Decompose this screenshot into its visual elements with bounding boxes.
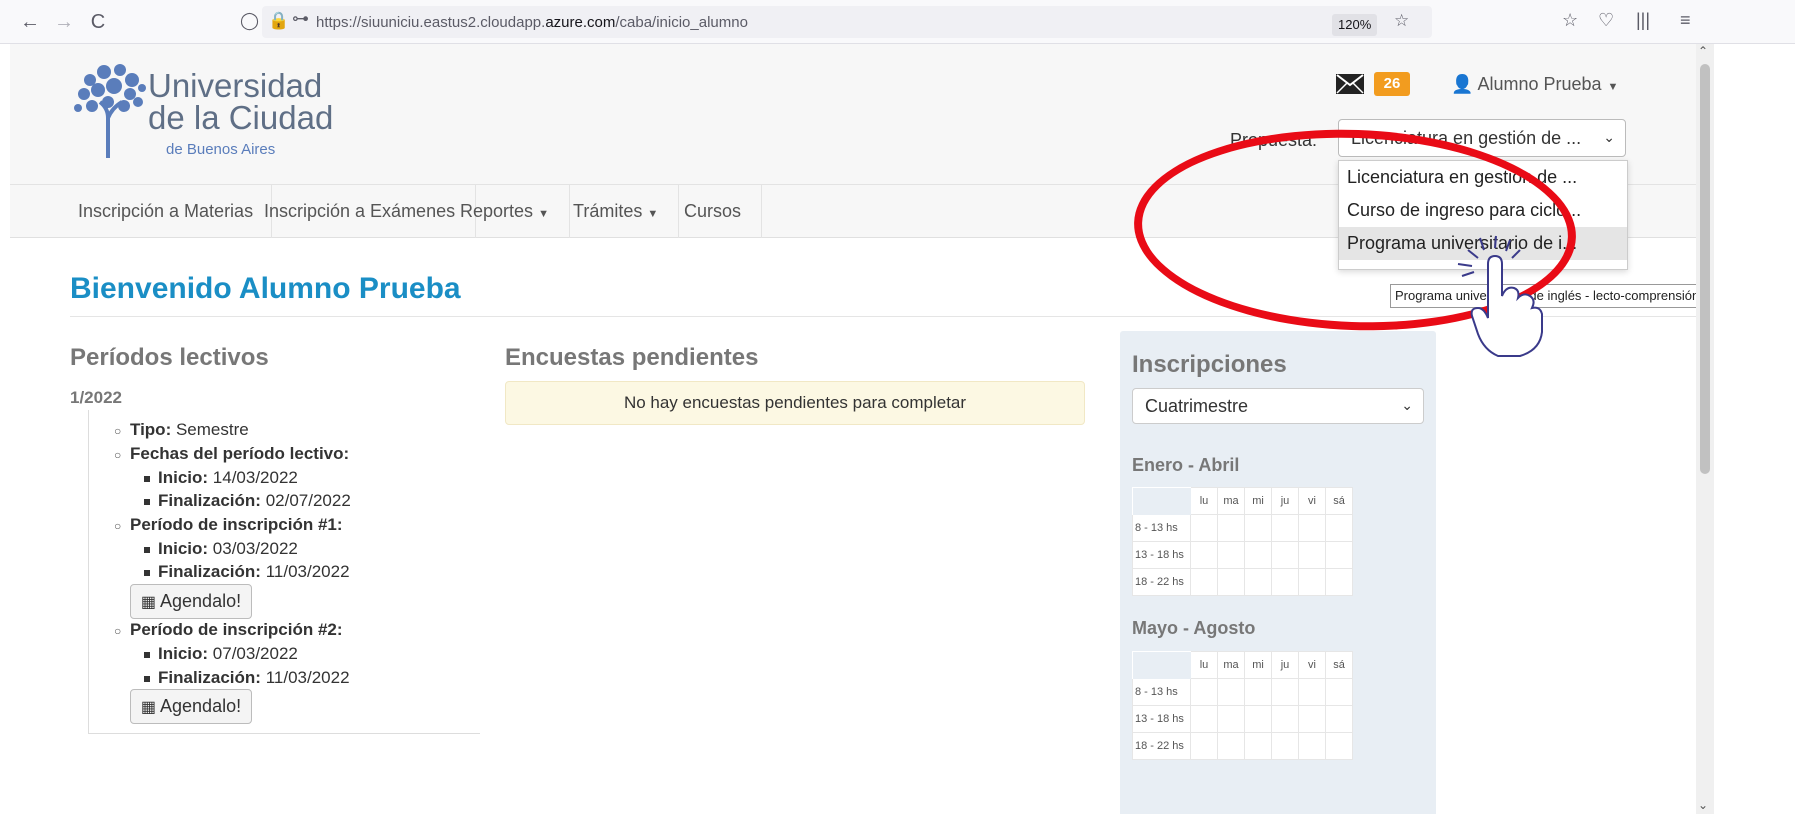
inscripcion2-item: ○ Período de inscripción #2:: [114, 620, 343, 639]
chevron-down-icon: ⌄: [1401, 397, 1413, 413]
shield-icon[interactable]: ◯: [240, 11, 259, 31]
period-title-2: Mayo - Agosto: [1132, 618, 1256, 638]
scroll-down-icon[interactable]: ⌄: [1698, 798, 1708, 812]
day-header: ma: [1217, 487, 1245, 515]
empty-cell: [1132, 651, 1191, 679]
day-header: lu: [1190, 651, 1218, 679]
reload-icon[interactable]: C: [86, 10, 110, 34]
period-title-1: Enero - Abril: [1132, 455, 1240, 475]
inscripciones-title: Inscripciones: [1132, 351, 1287, 378]
slot-label: 18 - 22 hs: [1132, 732, 1191, 760]
schedule-table-1: lu ma mi ju vi sá 8 - 13 hs 13 - 18 hs 18 - 2…: [1132, 487, 1353, 596]
lock-icon[interactable]: 🔒: [268, 11, 289, 31]
qr-code-icon: ▦: [140, 594, 157, 611]
page-scrollbar[interactable]: ⌃ ⌄: [1696, 44, 1714, 814]
fechas-inicio: Inicio: 14/03/2022: [144, 468, 298, 488]
slot-label: 18 - 22 hs: [1132, 568, 1191, 596]
qr-code-icon: ▦: [140, 699, 157, 716]
university-logo[interactable]: Universidad de la Ciudad de Buenos Aires: [70, 58, 370, 168]
browser-toolbar: ← → C ◯ 🔒 ⊶ https://siuuniciu.eastus2.cl…: [0, 0, 1795, 44]
logo-text-line2: de la Ciudad: [148, 99, 334, 136]
caret-down-icon: ▼: [538, 208, 549, 220]
inscripcion1-inicio: Inicio: 03/03/2022: [144, 539, 298, 559]
scroll-thumb[interactable]: [1700, 64, 1710, 474]
nav-cursos[interactable]: Cursos: [664, 185, 763, 238]
inscripcion1-fin: Finalización: 11/03/2022: [144, 562, 350, 582]
periodo-type-value: Cuatrimestre: [1145, 396, 1249, 416]
slot-label: 8 - 13 hs: [1132, 514, 1191, 542]
periodo-name: 1/2022: [70, 388, 122, 407]
day-header: mi: [1244, 651, 1272, 679]
back-arrow-icon[interactable]: ←: [18, 10, 42, 34]
day-header: sá: [1325, 651, 1353, 679]
page: Universidad de la Ciudad de Buenos Aires…: [10, 44, 1696, 814]
nav-label: Inscripción a Materias: [78, 201, 254, 221]
tipo-item: ○ Tipo: Semestre: [114, 420, 249, 439]
fechas-fin: Finalización: 02/07/2022: [144, 491, 351, 511]
slot-label: 13 - 18 hs: [1132, 705, 1191, 733]
empty-cell: [1132, 487, 1191, 515]
inscripcion2-inicio: Inicio: 07/03/2022: [144, 644, 298, 664]
key-icon[interactable]: ⊶: [292, 9, 309, 29]
periodos-title: Períodos lectivos: [70, 344, 269, 371]
nav-label: Trámites: [573, 201, 643, 221]
scroll-up-icon[interactable]: ⌃: [1698, 44, 1708, 58]
schedule-table-2: lu ma mi ju vi sá 8 - 13 hs 13 - 18 hs 18 - 2…: [1132, 651, 1353, 760]
logo-subtitle: de Buenos Aires: [166, 141, 276, 158]
chevron-down-icon: ⌄: [1603, 129, 1615, 145]
inscripcion2-fin: Finalización: 11/03/2022: [144, 668, 350, 688]
menu-icon[interactable]: ≡: [1680, 10, 1691, 31]
url-bar[interactable]: ◯ 🔒 ⊶ https://siuuniciu.eastus2.cloudapp…: [240, 6, 1432, 38]
bookmark-star-icon[interactable]: ☆: [1394, 11, 1409, 31]
pointing-hand-icon: [1457, 235, 1543, 357]
nav-label: Cursos: [684, 201, 742, 221]
library-icon[interactable]: |||: [1636, 10, 1650, 31]
pocket-icon[interactable]: ♡: [1598, 10, 1614, 31]
reading-list-icon[interactable]: ☆: [1562, 10, 1578, 31]
nav-tramites[interactable]: Trámites ▼: [553, 185, 680, 238]
inscripcion1-item: ○ Período de inscripción #1:: [114, 515, 343, 534]
day-header: ma: [1217, 651, 1245, 679]
slot-label: 13 - 18 hs: [1132, 541, 1191, 569]
url-text[interactable]: https://siuuniciu.eastus2.cloudapp.azure…: [316, 14, 748, 31]
periodo-type-select[interactable]: Cuatrimestre ⌄: [1132, 388, 1424, 424]
no-surveys-alert: No hay encuestas pendientes para complet…: [505, 381, 1085, 425]
user-name: Alumno Prueba: [1477, 74, 1602, 94]
nav-label: Reportes: [460, 201, 534, 221]
nav-inscripcion-materias[interactable]: Inscripción a Materias: [60, 185, 273, 238]
message-count-badge[interactable]: 26: [1374, 72, 1410, 96]
caret-down-icon: ▼: [1607, 81, 1619, 93]
user-menu[interactable]: 👤 Alumno Prueba ▼: [1451, 74, 1618, 95]
zoom-badge[interactable]: 120%: [1332, 14, 1378, 36]
inscripciones-panel: Inscripciones Cuatrimestre ⌄ Enero - Abr…: [1120, 331, 1436, 814]
user-icon: 👤: [1451, 74, 1474, 94]
agendalo-button-2[interactable]: ▦ Agendalo!: [130, 689, 252, 724]
day-header: mi: [1244, 487, 1272, 515]
nav-reportes[interactable]: Reportes ▼: [440, 185, 570, 238]
day-header: sá: [1325, 487, 1353, 515]
day-header: ju: [1271, 651, 1299, 679]
nav-label: Inscripción a Exámenes: [264, 201, 456, 221]
day-header: ju: [1271, 487, 1299, 515]
page-title: Bienvenido Alumno Prueba: [70, 272, 461, 305]
envelope-icon[interactable]: [1336, 74, 1364, 94]
forward-arrow-icon[interactable]: →: [52, 10, 76, 34]
caret-down-icon: ▼: [647, 208, 659, 220]
slot-label: 8 - 13 hs: [1132, 678, 1191, 706]
tree-logo-icon: [74, 64, 146, 158]
encuestas-title: Encuestas pendientes: [505, 344, 759, 371]
fechas-item: ○ Fechas del período lectivo:: [114, 444, 350, 463]
day-header: vi: [1298, 487, 1326, 515]
day-header: lu: [1190, 487, 1218, 515]
day-header: vi: [1298, 651, 1326, 679]
agendalo-button-1[interactable]: ▦ Agendalo!: [130, 584, 252, 619]
